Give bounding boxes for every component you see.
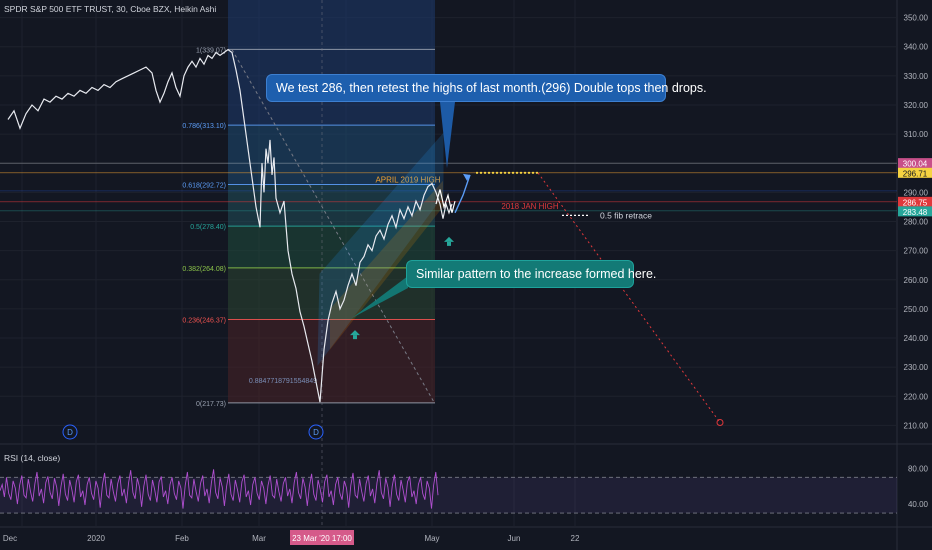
x-tick-label: Jun bbox=[508, 534, 521, 543]
price-badge-label: 296.71 bbox=[903, 169, 928, 178]
chart-title: SPDR S&P 500 ETF TRUST, 30, Cboe BZX, He… bbox=[4, 4, 217, 14]
fib-level-label: 0.5(278.40) bbox=[190, 224, 226, 231]
x-tick-label: May bbox=[424, 534, 439, 543]
up-arrow-icon bbox=[353, 335, 357, 340]
y-tick-label: 290.00 bbox=[904, 188, 929, 197]
y-tick-label: 350.00 bbox=[904, 14, 929, 23]
x-tick-label: Dec bbox=[3, 534, 17, 543]
fib-level-label: 0.786(313.10) bbox=[182, 123, 226, 130]
x-tick-label: 22 bbox=[571, 534, 580, 543]
fib-level-label: 0(217.73) bbox=[196, 401, 226, 408]
y-tick-label: 270.00 bbox=[904, 247, 929, 256]
y-tick-label: 340.00 bbox=[904, 43, 929, 52]
y-tick-label: 280.00 bbox=[904, 218, 929, 227]
event-marker-label: D bbox=[313, 428, 319, 437]
hline-label: 0.5 fib retrace bbox=[600, 210, 652, 220]
y-tick-label: 240.00 bbox=[904, 334, 929, 343]
y-tick-label: 260.00 bbox=[904, 276, 929, 285]
y-tick-label: 250.00 bbox=[904, 305, 929, 314]
y-tick-label: 220.00 bbox=[904, 392, 929, 401]
x-tick-label: Feb bbox=[175, 534, 189, 543]
annotation-callout[interactable]: We test 286, then retest the highs of la… bbox=[266, 74, 707, 102]
annotation-callout[interactable]: Similar pattern to the increase formed h… bbox=[406, 260, 656, 288]
fib-level-label: 0.618(292.72) bbox=[182, 182, 226, 189]
fib-level-label: 0.382(264.08) bbox=[182, 266, 226, 273]
up-arrow-icon bbox=[447, 241, 451, 246]
rsi-title: RSI (14, close) bbox=[4, 453, 61, 463]
y-tick-label: 210.00 bbox=[904, 421, 929, 430]
y-tick-label: 310.00 bbox=[904, 130, 929, 139]
y-tick-label: 330.00 bbox=[904, 72, 929, 81]
fib-extra-label: 0.8847718791554849 bbox=[249, 378, 317, 385]
y-tick-label: 320.00 bbox=[904, 101, 929, 110]
x-tick-label: 2020 bbox=[87, 534, 105, 543]
y-tick-label: 230.00 bbox=[904, 363, 929, 372]
rsi-tick-label: 40.00 bbox=[908, 500, 929, 509]
hline-label: 2018 JAN HIGH bbox=[501, 202, 559, 211]
fib-zone bbox=[228, 0, 435, 50]
time-badge-label: 23 Mar '20 17:00 bbox=[292, 534, 352, 543]
price-badge-label: 300.04 bbox=[903, 160, 928, 169]
fib-level-label: 0.236(246.37) bbox=[182, 317, 226, 324]
event-marker-label: D bbox=[67, 428, 73, 437]
price-badge-label: 283.48 bbox=[903, 208, 928, 217]
x-tick-label: Mar bbox=[252, 534, 266, 543]
rsi-band bbox=[0, 477, 897, 514]
fib-level-label: 1(339.07) bbox=[196, 47, 226, 54]
rsi-tick-label: 80.00 bbox=[908, 464, 929, 473]
